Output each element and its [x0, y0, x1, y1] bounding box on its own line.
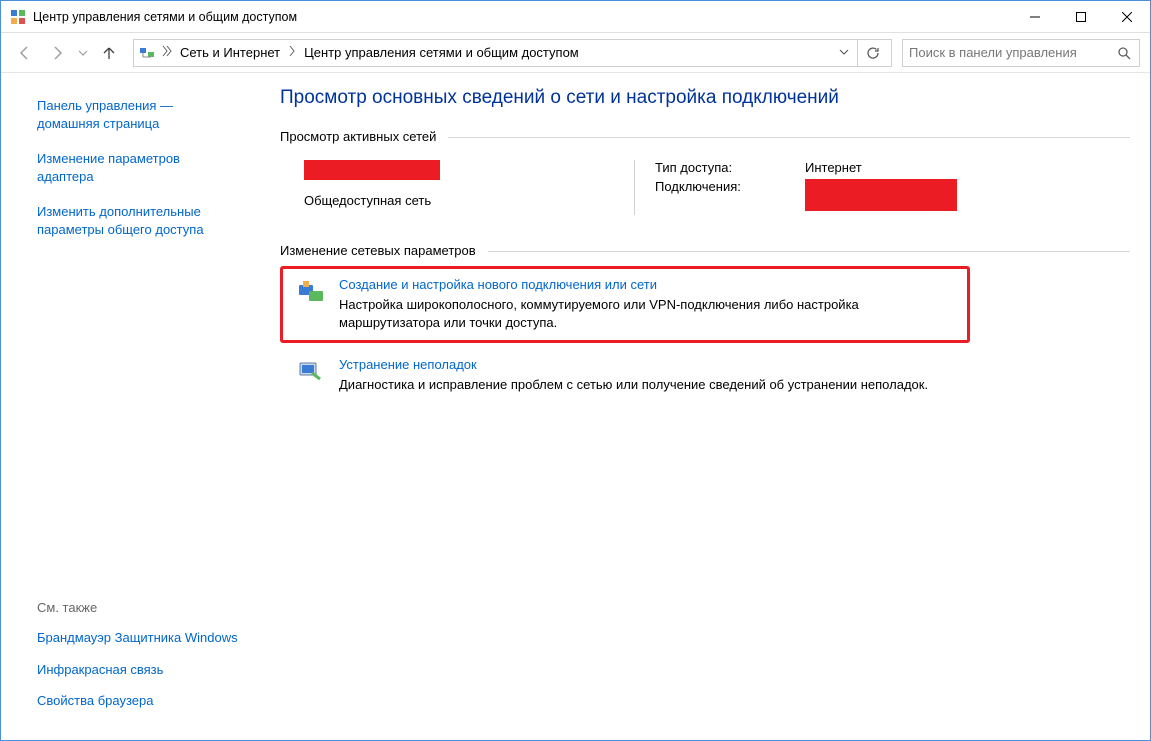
sidebar-item-internet-options[interactable]: Свойства браузера	[37, 692, 238, 710]
recent-dropdown[interactable]	[75, 39, 91, 67]
window-title: Центр управления сетями и общим доступом	[33, 10, 1012, 24]
search-input[interactable]	[909, 45, 1115, 60]
sidebar-item-adapter-settings[interactable]: Изменение параметров адаптера	[37, 150, 238, 185]
search-box[interactable]	[902, 39, 1140, 67]
up-button[interactable]	[95, 39, 123, 67]
sidebar-item-advanced-sharing[interactable]: Изменить дополнительные параметры общего…	[37, 203, 238, 238]
option-new-connection-desc: Настройка широкополосного, коммутируемог…	[339, 296, 939, 332]
change-settings-title: Изменение сетевых параметров	[280, 243, 476, 258]
divider	[448, 137, 1130, 138]
sidebar-item-home[interactable]: Панель управления — домашняя страница	[37, 97, 238, 132]
minimize-button[interactable]	[1012, 2, 1058, 32]
breadcrumb: Сеть и Интернет Центр управления сетями …	[174, 45, 835, 60]
main-content: Просмотр основных сведений о сети и наст…	[256, 73, 1150, 740]
access-type-value: Интернет	[805, 160, 862, 175]
close-button[interactable]	[1104, 2, 1150, 32]
see-also-label: См. также	[37, 600, 238, 615]
address-bar[interactable]: Сеть и Интернет Центр управления сетями …	[133, 39, 892, 67]
option-troubleshoot[interactable]: Устранение неполадок Диагностика и испра…	[280, 347, 970, 404]
sidebar-item-infrared[interactable]: Инфракрасная связь	[37, 661, 238, 679]
breadcrumb-segment[interactable]: Сеть и Интернет	[174, 45, 286, 60]
option-new-connection-link[interactable]: Создание и настройка нового подключения …	[339, 277, 957, 292]
option-new-connection[interactable]: Создание и настройка нового подключения …	[280, 266, 970, 343]
search-icon[interactable]	[1115, 46, 1133, 60]
page-heading: Просмотр основных сведений о сети и наст…	[280, 87, 1130, 109]
new-connection-icon	[293, 277, 331, 307]
connection-name-redacted[interactable]	[805, 179, 957, 211]
control-panel-icon	[9, 8, 27, 26]
option-troubleshoot-desc: Диагностика и исправление проблем с сеть…	[339, 376, 939, 394]
active-network-panel: Общедоступная сеть Тип доступа: Интернет…	[280, 160, 1130, 215]
title-bar: Центр управления сетями и общим доступом	[1, 1, 1150, 33]
network-sharing-icon	[138, 44, 156, 62]
sidebar-item-firewall[interactable]: Брандмауэр Защитника Windows	[37, 629, 238, 647]
network-type: Общедоступная сеть	[304, 193, 634, 208]
nav-bar: Сеть и Интернет Центр управления сетями …	[1, 33, 1150, 73]
forward-button[interactable]	[43, 39, 71, 67]
refresh-button[interactable]	[857, 40, 887, 66]
divider	[488, 251, 1130, 252]
address-dropdown[interactable]	[835, 45, 853, 60]
chevron-right-icon[interactable]	[286, 45, 298, 60]
connections-label: Подключения:	[655, 179, 805, 211]
breadcrumb-segment[interactable]: Центр управления сетями и общим доступом	[298, 45, 585, 60]
access-type-label: Тип доступа:	[655, 160, 805, 175]
breadcrumb-root-chevron[interactable]	[160, 44, 174, 61]
active-networks-title: Просмотр активных сетей	[280, 129, 436, 144]
maximize-button[interactable]	[1058, 2, 1104, 32]
back-button[interactable]	[11, 39, 39, 67]
sidebar: Панель управления — домашняя страница Из…	[1, 73, 256, 740]
troubleshoot-icon	[293, 357, 331, 385]
option-troubleshoot-link[interactable]: Устранение неполадок	[339, 357, 960, 372]
network-name-redacted	[304, 160, 440, 180]
